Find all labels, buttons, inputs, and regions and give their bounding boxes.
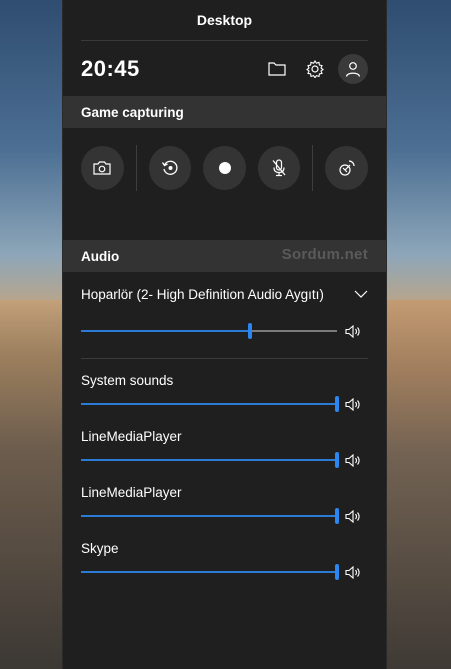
background-wallpaper-left	[0, 0, 62, 300]
slider-thumb[interactable]	[247, 323, 252, 339]
section-title: Game capturing	[81, 104, 184, 120]
app-name: LineMediaPlayer	[81, 485, 182, 500]
broadcast-icon	[339, 160, 355, 176]
app-volume-slider[interactable]	[81, 564, 339, 580]
app-name: Skype	[81, 541, 119, 556]
record-last-button[interactable]	[148, 146, 192, 190]
window-title: Desktop	[196, 12, 253, 28]
screenshot-button[interactable]	[81, 146, 124, 190]
microphone-toggle-button[interactable]	[257, 146, 301, 190]
app-name: System sounds	[81, 373, 174, 388]
app-name: LineMediaPlayer	[81, 429, 182, 444]
camera-icon	[93, 161, 111, 175]
app-volume-slider[interactable]	[81, 452, 339, 468]
chevron-down-icon	[354, 290, 368, 298]
record-icon	[218, 162, 231, 174]
background-desert-right	[387, 300, 451, 669]
gear-icon[interactable]	[300, 54, 330, 84]
app-volume-slider[interactable]	[81, 508, 339, 524]
game-bar-panel: Desktop 20:45 Game capturing Audio Sordu…	[62, 0, 387, 669]
top-bar: 20:45	[63, 41, 386, 96]
background-wallpaper-right	[387, 0, 451, 300]
speaker-icon[interactable]	[345, 324, 361, 338]
folder-icon[interactable]	[262, 54, 292, 84]
app-volume-item: System sounds	[63, 373, 386, 429]
game-capturing-header: Game capturing	[63, 96, 386, 128]
clock: 20:45	[81, 55, 140, 81]
divider	[81, 358, 368, 359]
app-volume-item: LineMediaPlayer	[63, 485, 386, 541]
audio-device-name: Hoparlör (2- High Definition Audio Aygıt…	[81, 286, 324, 302]
user-icon[interactable]	[338, 53, 368, 84]
slider-thumb[interactable]	[335, 452, 339, 468]
broadcast-button[interactable]	[325, 146, 368, 190]
background-desert-left	[0, 300, 62, 669]
speaker-icon[interactable]	[345, 397, 361, 411]
master-volume-slider[interactable]	[81, 323, 337, 339]
audio-device-select[interactable]: Hoparlör (2- High Definition Audio Aygıt…	[63, 272, 386, 316]
section-title: Audio	[81, 248, 120, 264]
divider	[312, 145, 314, 191]
speaker-icon[interactable]	[345, 509, 361, 523]
audio-header: Audio Sordum.net	[63, 240, 386, 272]
record-last-icon	[162, 160, 178, 175]
watermark: Sordum.net	[281, 246, 368, 263]
capture-toolbar	[63, 128, 386, 208]
speaker-icon[interactable]	[345, 565, 361, 579]
slider-thumb[interactable]	[335, 508, 339, 524]
slider-thumb[interactable]	[335, 396, 339, 412]
microphone-off-icon	[272, 159, 286, 177]
app-volume-item: Skype	[63, 541, 386, 597]
speaker-icon[interactable]	[345, 453, 361, 467]
slider-thumb[interactable]	[335, 564, 339, 580]
app-volume-slider[interactable]	[81, 396, 339, 412]
app-volume-item: LineMediaPlayer	[63, 429, 386, 485]
app-volume-list: System sounds LineMediaPlayer LineMediaP…	[63, 373, 386, 597]
master-volume-row	[63, 316, 386, 346]
divider	[135, 145, 137, 191]
start-recording-button[interactable]	[203, 146, 246, 190]
